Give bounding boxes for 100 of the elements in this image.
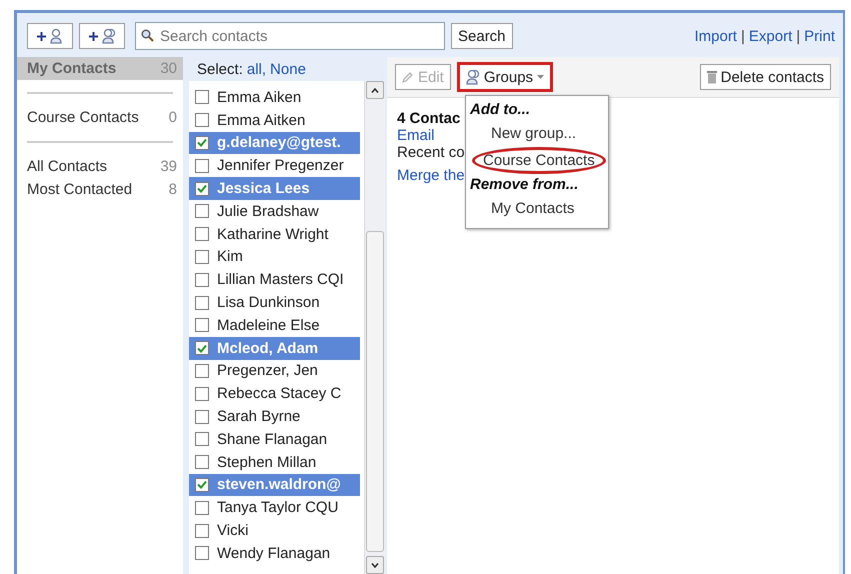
add-contact-button[interactable] [27,23,73,49]
contact-name: Mcleod, Adam [217,340,318,357]
contact-name: Katharine Wright [217,226,328,243]
contact-row[interactable]: g.delaney@gtest. [189,132,360,154]
contact-checkbox[interactable] [195,500,209,515]
contact-checkbox[interactable] [195,546,209,560]
contact-row[interactable]: Lisa Dunkinson [189,291,360,314]
contact-row[interactable]: Emma Aiken [189,86,360,109]
contact-name: Jessica Lees [217,180,310,198]
toolbar-link[interactable]: Print [804,28,835,44]
delete-contacts-button[interactable]: Delete contacts [700,64,831,90]
contact-row[interactable]: Emma Aitken [189,108,360,132]
contact-checkbox[interactable] [195,136,209,150]
recent-text: Recent co [397,144,465,161]
contact-checkbox[interactable] [195,250,209,264]
group-label: Course Contacts [27,109,139,126]
contact-row[interactable]: Mcleod, Adam [189,336,360,360]
select-label: Select: [197,60,243,78]
contact-row[interactable]: Shane Flanagan [189,428,360,451]
caret-icon [537,75,544,79]
menu-item[interactable]: Course Contacts [472,147,606,174]
select-link[interactable]: None [270,60,306,78]
contact-row[interactable]: Kim [189,246,360,268]
contact-row[interactable]: Lillian Masters CQI [189,268,360,292]
search-icon [141,29,154,42]
contact-row[interactable]: Jennifer Pregenzer [189,154,360,178]
contact-checkbox[interactable] [195,364,209,378]
merge-link[interactable]: Merge the [397,167,465,184]
contact-row[interactable]: Pregenzer, Jen [189,360,360,382]
contact-checkbox[interactable] [195,272,209,287]
contact-name: Kim [217,248,243,266]
contact-checkbox[interactable] [195,341,209,356]
contact-name: Pregenzer, Jen [217,362,318,380]
menu-heading: Remove from... [469,175,580,195]
contact-name: Madeleine Else [217,316,320,334]
menu-item[interactable]: New group... [480,120,588,147]
scrollbar[interactable] [364,81,385,574]
group-count: 39 [160,158,177,175]
contact-name: g.delaney@gtest. [217,134,341,152]
group-count: 30 [160,60,177,77]
contact-checkbox[interactable] [195,410,209,424]
select-link[interactable]: all, [246,60,266,78]
contact-name: Stephen Millan [217,454,316,471]
scroll-up-icon[interactable] [371,88,379,92]
contact-name: Lisa Dunkinson [217,294,320,312]
toolbar-link[interactable]: Export [748,28,792,44]
sidebar-group[interactable]: Most Contacted 8 [17,178,183,201]
contact-row[interactable]: Rebecca Stacey C [189,382,360,406]
contact-checkbox[interactable] [195,296,209,310]
search-field[interactable]: Search contacts [135,22,445,50]
contact-checkbox[interactable] [195,227,209,242]
email-link[interactable]: Email [397,127,435,144]
contact-checkbox[interactable] [195,158,209,173]
contact-name: Jennifer Pregenzer [217,157,344,174]
menu-item[interactable]: My Contacts [480,195,586,222]
contact-checkbox[interactable] [195,455,209,470]
contact-row[interactable]: Tanya Taylor CQU [189,496,360,520]
contact-row[interactable]: Stephen Millan [189,450,360,474]
group-count: 0 [168,109,177,126]
people-icon [102,28,116,44]
plus-icon [88,32,98,40]
plus-icon [36,32,46,40]
contact-row[interactable]: steven.waldron@ [189,474,360,496]
scroll-down-icon[interactable] [371,562,379,568]
contact-name: Emma Aitken [217,112,306,129]
contact-row[interactable]: Jessica Lees [189,177,360,200]
sidebar-group[interactable]: Course Contacts 0 [17,106,183,129]
contact-checkbox[interactable] [195,524,209,538]
menu-heading: Add to... [468,100,531,120]
contact-checkbox[interactable] [195,113,209,128]
contact-name: Sarah Byrne [217,408,300,426]
contact-row[interactable]: Julie Bradshaw [189,200,360,223]
contact-checkbox[interactable] [195,478,209,492]
contact-name: Lillian Masters CQI [217,271,344,288]
contact-row[interactable]: Katharine Wright [189,222,360,246]
pencil-icon [402,71,414,83]
contact-checkbox[interactable] [195,386,209,401]
contact-checkbox[interactable] [195,432,209,446]
group-label: All Contacts [27,158,108,175]
contact-checkbox[interactable] [195,318,209,332]
search-button[interactable]: Search [451,23,513,49]
group-label: My Contacts [27,60,116,77]
contact-name: Wendy Flanagan [217,544,330,562]
toolbar-link[interactable]: Import [694,28,737,44]
groups-button[interactable]: Groups [458,64,552,90]
group-count: 8 [168,181,177,198]
contact-row[interactable]: Vicki [189,519,360,542]
trash-icon [706,70,717,84]
contact-row[interactable]: Wendy Flanagan [189,542,360,565]
sidebar-group[interactable]: All Contacts 39 [17,155,183,178]
contact-name: Vicki [217,522,248,540]
contact-checkbox[interactable] [195,204,209,218]
contact-row[interactable]: Sarah Byrne [189,405,360,428]
add-group-button[interactable] [79,23,125,49]
link-separator: | [796,28,800,44]
contact-checkbox[interactable] [195,182,209,196]
contact-checkbox[interactable] [195,90,209,104]
contact-row[interactable]: Madeleine Else [189,314,360,337]
contact-name: Shane Flanagan [217,430,328,448]
contact-name: Emma Aiken [217,88,302,106]
